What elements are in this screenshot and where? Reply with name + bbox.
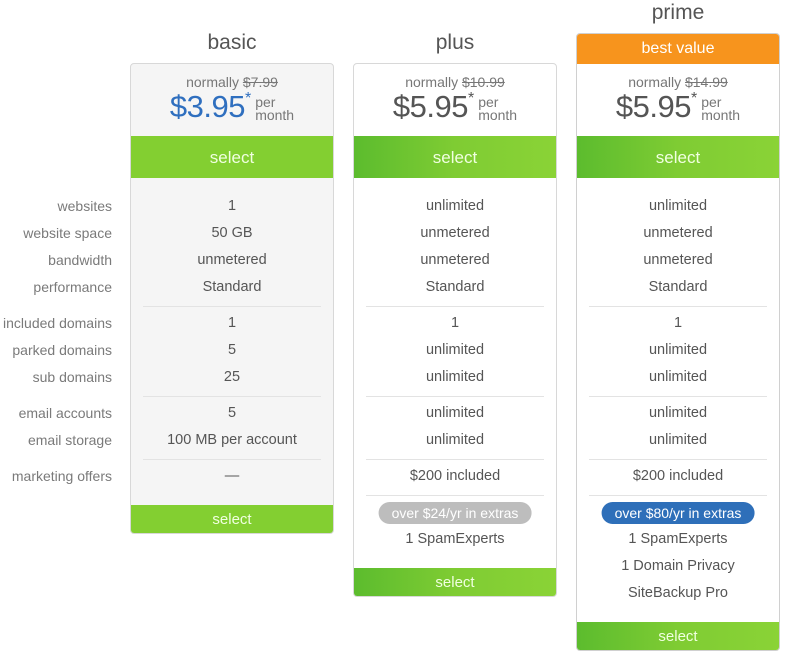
cell-marketing-offers: $200 included: [409, 468, 501, 484]
extra-item: 1 Domain Privacy: [621, 558, 735, 574]
cell-bandwidth: unmetered: [420, 252, 490, 268]
month-text: month: [478, 107, 518, 123]
label-performance: performance: [33, 279, 112, 295]
normally-text: normally: [628, 74, 682, 90]
sale-price: $5.95: [392, 89, 469, 124]
cell-parked-domains: 5: [227, 342, 237, 358]
normal-price: normally $14.99: [577, 64, 779, 90]
label-bandwidth: bandwidth: [48, 252, 112, 268]
cell-included-domains: 1: [673, 315, 683, 331]
plan-title-prime: prime: [651, 1, 705, 24]
cell-websites: unlimited: [425, 198, 485, 214]
cell-sub-domains: unlimited: [425, 369, 485, 385]
extras-badge-plus: over $24/yr in extras: [378, 502, 532, 524]
divider: [589, 459, 767, 460]
cell-performance: Standard: [648, 279, 708, 295]
strikethrough-price: $10.99: [461, 74, 505, 90]
extra-item: 1 SpamExperts: [628, 531, 728, 547]
cell-websites: 1: [227, 198, 237, 214]
plan-title-plus: plus: [435, 31, 475, 54]
sale-price: $3.95: [169, 89, 246, 124]
asterisk: *: [467, 90, 475, 107]
month-text: month: [255, 107, 295, 123]
cell-email-storage: unlimited: [425, 432, 485, 448]
per-month: per month: [478, 90, 517, 122]
label-parked-domains: parked domains: [12, 342, 112, 358]
normal-price: normally $7.99: [131, 64, 333, 90]
divider: [589, 396, 767, 397]
cell-email-accounts: 5: [227, 405, 237, 421]
plan-title-basic: basic: [207, 31, 257, 54]
strikethrough-price: $7.99: [242, 74, 278, 90]
label-included-domains: included domains: [3, 315, 112, 331]
cell-email-storage: unlimited: [648, 432, 708, 448]
price-block: normally $7.99 $3.95 * per month: [131, 64, 333, 136]
cell-bandwidth: unmetered: [643, 252, 713, 268]
select-button-plus[interactable]: select: [354, 136, 556, 178]
per-month: per month: [701, 90, 740, 122]
divider: [366, 396, 544, 397]
best-value-badge: best value: [577, 34, 779, 64]
price-block: normally $14.99 $5.95 * per month: [577, 64, 779, 136]
bottom-select-button-prime[interactable]: select: [577, 622, 779, 650]
cell-included-domains: 1: [450, 315, 460, 331]
select-button-prime[interactable]: select: [577, 136, 779, 178]
cell-website-space: unmetered: [420, 225, 490, 241]
sale-price: $5.95: [615, 89, 692, 124]
per-month: per month: [255, 90, 294, 122]
asterisk: *: [244, 90, 252, 107]
label-websites: websites: [57, 198, 112, 214]
cell-website-space: unmetered: [643, 225, 713, 241]
divider: [143, 459, 321, 460]
cell-website-space: 50 GB: [211, 225, 253, 241]
label-sub-domains: sub domains: [32, 369, 112, 385]
bottom-select-button-basic[interactable]: select: [131, 505, 333, 533]
label-email-accounts: email accounts: [18, 405, 112, 421]
cell-sub-domains: 25: [223, 369, 241, 385]
cell-email-storage: 100 MB per account: [167, 432, 297, 448]
normal-price: normally $10.99: [354, 64, 556, 90]
cell-email-accounts: unlimited: [648, 405, 708, 421]
normally-text: normally: [405, 74, 459, 90]
cell-bandwidth: unmetered: [197, 252, 267, 268]
cell-marketing-offers: $200 included: [632, 468, 724, 484]
extra-item: 1 SpamExperts: [405, 531, 505, 547]
label-email-storage: email storage: [27, 432, 112, 448]
divider: [366, 306, 544, 307]
cell-performance: Standard: [425, 279, 485, 295]
divider: [589, 306, 767, 307]
price-block: normally $10.99 $5.95 * per month: [354, 64, 556, 136]
cell-parked-domains: unlimited: [425, 342, 485, 358]
cell-marketing-offers: —: [224, 468, 240, 484]
divider: [366, 459, 544, 460]
plan-card-basic: normally $7.99 $3.95 * per month select 1…: [130, 63, 334, 534]
cell-sub-domains: unlimited: [648, 369, 708, 385]
normally-text: normally: [186, 74, 239, 90]
label-website-space: website space: [23, 225, 112, 241]
month-text: month: [701, 107, 741, 123]
cell-email-accounts: unlimited: [425, 405, 485, 421]
cell-websites: unlimited: [648, 198, 708, 214]
extras-badge-prime: over $80/yr in extras: [601, 502, 755, 524]
bottom-select-button-plus[interactable]: select: [354, 568, 556, 596]
cell-parked-domains: unlimited: [648, 342, 708, 358]
asterisk: *: [690, 90, 698, 107]
divider: [143, 306, 321, 307]
plan-card-prime: best value normally $14.99 $5.95 * per mo…: [576, 33, 780, 651]
cell-performance: Standard: [202, 279, 262, 295]
extra-item: SiteBackup Pro: [628, 585, 728, 601]
plan-card-plus: normally $10.99 $5.95 * per month select …: [353, 63, 557, 597]
strikethrough-price: $14.99: [684, 74, 728, 90]
label-marketing-offers: marketing offers: [11, 468, 112, 484]
divider: [143, 396, 321, 397]
select-button-basic[interactable]: select: [131, 136, 333, 178]
cell-included-domains: 1: [227, 315, 237, 331]
divider: [366, 495, 544, 496]
divider: [589, 495, 767, 496]
